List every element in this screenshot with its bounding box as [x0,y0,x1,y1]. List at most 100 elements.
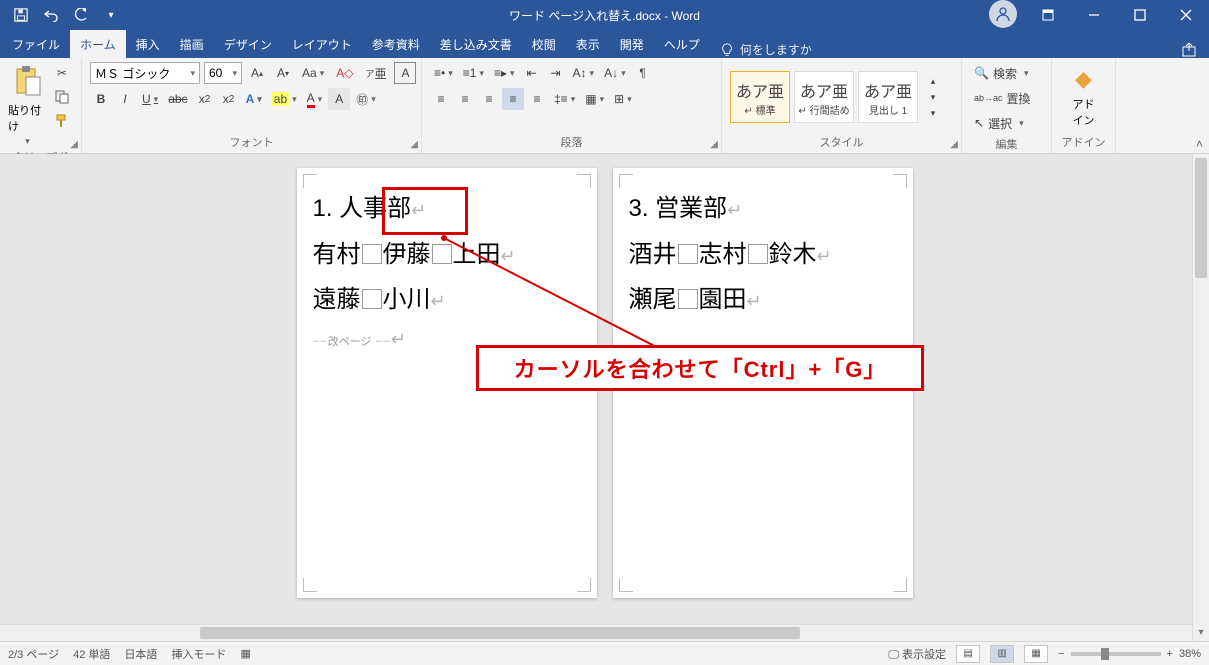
multilevel-icon[interactable]: ≡▸ [490,62,519,84]
tab-layout[interactable]: レイアウト [282,30,362,58]
enclose-char-icon[interactable]: ㊞ [352,88,380,110]
decrease-indent-icon[interactable]: ⇤ [521,62,543,84]
zoom-control[interactable]: − + 38% [1058,648,1201,660]
view-read-icon[interactable]: ▤ [956,645,980,663]
paste-icon[interactable] [11,62,45,100]
ribbon-options-icon[interactable] [1025,0,1071,30]
increase-indent-icon[interactable]: ⇥ [545,62,567,84]
tab-home[interactable]: ホーム [70,30,126,58]
show-marks-icon[interactable]: ¶ [632,62,654,84]
para-mark-icon: ↵ [727,200,742,220]
paragraph-launcher-icon[interactable]: ◢ [710,139,718,150]
save-icon[interactable] [8,2,34,28]
clipboard-launcher-icon[interactable]: ◢ [70,139,78,150]
view-web-icon[interactable]: ▦ [1024,645,1048,663]
minimize-button[interactable] [1071,0,1117,30]
close-button[interactable] [1163,0,1209,30]
redo-icon[interactable] [68,2,94,28]
para-mark-icon: ↵ [747,291,762,311]
font-size-select[interactable]: 60 [204,62,242,84]
strikethrough-icon[interactable]: abc [164,88,191,110]
status-mode[interactable]: 挿入モード [171,646,226,662]
select-button[interactable]: ↖選択 [970,112,1050,134]
status-words[interactable]: 42 単語 [73,646,110,662]
style-heading1[interactable]: あア亜見出し 1 [858,71,918,123]
tab-developer[interactable]: 開発 [610,30,654,58]
horizontal-scrollbar[interactable] [0,624,1192,641]
underline-button[interactable]: U [138,88,162,110]
change-case-icon[interactable]: Aa [298,62,328,84]
find-button[interactable]: 🔍検索 [970,62,1050,84]
italic-button[interactable]: I [114,88,136,110]
display-settings[interactable]: 🖵 表示設定 [888,646,946,662]
sort-icon[interactable]: A↓ [600,62,630,84]
copy-icon[interactable] [51,86,73,108]
status-lang[interactable]: 日本語 [124,646,157,662]
bold-button[interactable]: B [90,88,112,110]
styles-more-icon[interactable]: ▾ [922,105,944,121]
phonetic-guide-icon[interactable]: ア亜 [361,62,390,84]
collapse-ribbon-icon[interactable]: ˄ [1196,137,1203,151]
align-center-icon[interactable]: ≡ [454,88,476,110]
styles-launcher-icon[interactable]: ◢ [950,139,958,150]
tell-me[interactable]: 何をしますか [710,41,822,58]
hscroll-thumb[interactable] [200,627,800,639]
replace-button[interactable]: ab→ac置換 [970,87,1050,109]
view-print-icon[interactable]: ▥ [990,645,1014,663]
bullets-icon[interactable]: ≡• [430,62,457,84]
subscript-icon[interactable]: x2 [194,88,216,110]
align-left-icon[interactable]: ≡ [430,88,452,110]
style-nospace[interactable]: あア亜↵ 行間詰め [794,71,854,123]
addins-icon[interactable]: ◆ [1075,66,1092,92]
justify-icon[interactable]: ≡ [502,88,524,110]
font-name-select[interactable]: ＭＳ ゴシック [90,62,200,84]
clear-format-icon[interactable]: A◇ [332,62,357,84]
styles-up-icon[interactable]: ▴ [922,73,944,89]
text-direction-icon[interactable]: A↕ [569,62,599,84]
tab-view[interactable]: 表示 [566,30,610,58]
distribute-icon[interactable]: ≡ [526,88,548,110]
vscroll-thumb[interactable] [1195,158,1207,278]
zoom-out-icon[interactable]: − [1058,648,1064,660]
grow-font-icon[interactable]: A▴ [246,62,268,84]
numbering-icon[interactable]: ≡1 [459,62,488,84]
tab-file[interactable]: ファイル [2,30,70,58]
char-shading-icon[interactable]: A [328,88,350,110]
styles-down-icon[interactable]: ▾ [922,89,944,105]
undo-icon[interactable] [38,2,64,28]
style-normal[interactable]: あア亜↵ 標準 [730,71,790,123]
shading-icon[interactable]: ▦ [581,88,608,110]
font-launcher-icon[interactable]: ◢ [410,139,418,150]
line-spacing-icon[interactable]: ‡≡ [550,88,579,110]
tab-design[interactable]: デザイン [214,30,282,58]
borders-icon[interactable]: ⊞ [610,88,636,110]
vertical-scrollbar[interactable]: ▴ ▾ [1192,154,1209,641]
zoom-in-icon[interactable]: + [1167,648,1173,660]
scroll-down-icon[interactable]: ▾ [1193,624,1209,641]
shrink-font-icon[interactable]: A▾ [272,62,294,84]
format-painter-icon[interactable] [51,110,73,132]
tab-review[interactable]: 校閲 [522,30,566,58]
macro-icon[interactable]: ▦ [240,647,250,660]
zoom-value[interactable]: 38% [1179,648,1201,660]
zoom-slider[interactable] [1071,652,1161,656]
tab-insert[interactable]: 挿入 [126,30,170,58]
account-icon[interactable] [989,0,1017,28]
align-right-icon[interactable]: ≡ [478,88,500,110]
cut-icon[interactable]: ✂ [51,62,73,84]
char-border-icon[interactable]: A [394,62,416,84]
font-color-icon[interactable]: A [303,88,327,110]
tab-mailings[interactable]: 差し込み文書 [430,30,522,58]
highlight-icon[interactable]: ab [268,88,301,110]
addins-label[interactable]: アド イン [1073,96,1095,128]
qat-customize-icon[interactable]: ▾ [98,2,124,28]
paste-label[interactable]: 貼り付け [8,102,47,134]
tab-help[interactable]: ヘルプ [654,30,710,58]
share-button[interactable] [1169,42,1209,58]
tab-references[interactable]: 参考資料 [362,30,430,58]
text-effects-icon[interactable]: A [242,88,266,110]
superscript-icon[interactable]: x2 [218,88,240,110]
status-page[interactable]: 2/3 ページ [8,646,59,662]
tab-draw[interactable]: 描画 [170,30,214,58]
maximize-button[interactable] [1117,0,1163,30]
